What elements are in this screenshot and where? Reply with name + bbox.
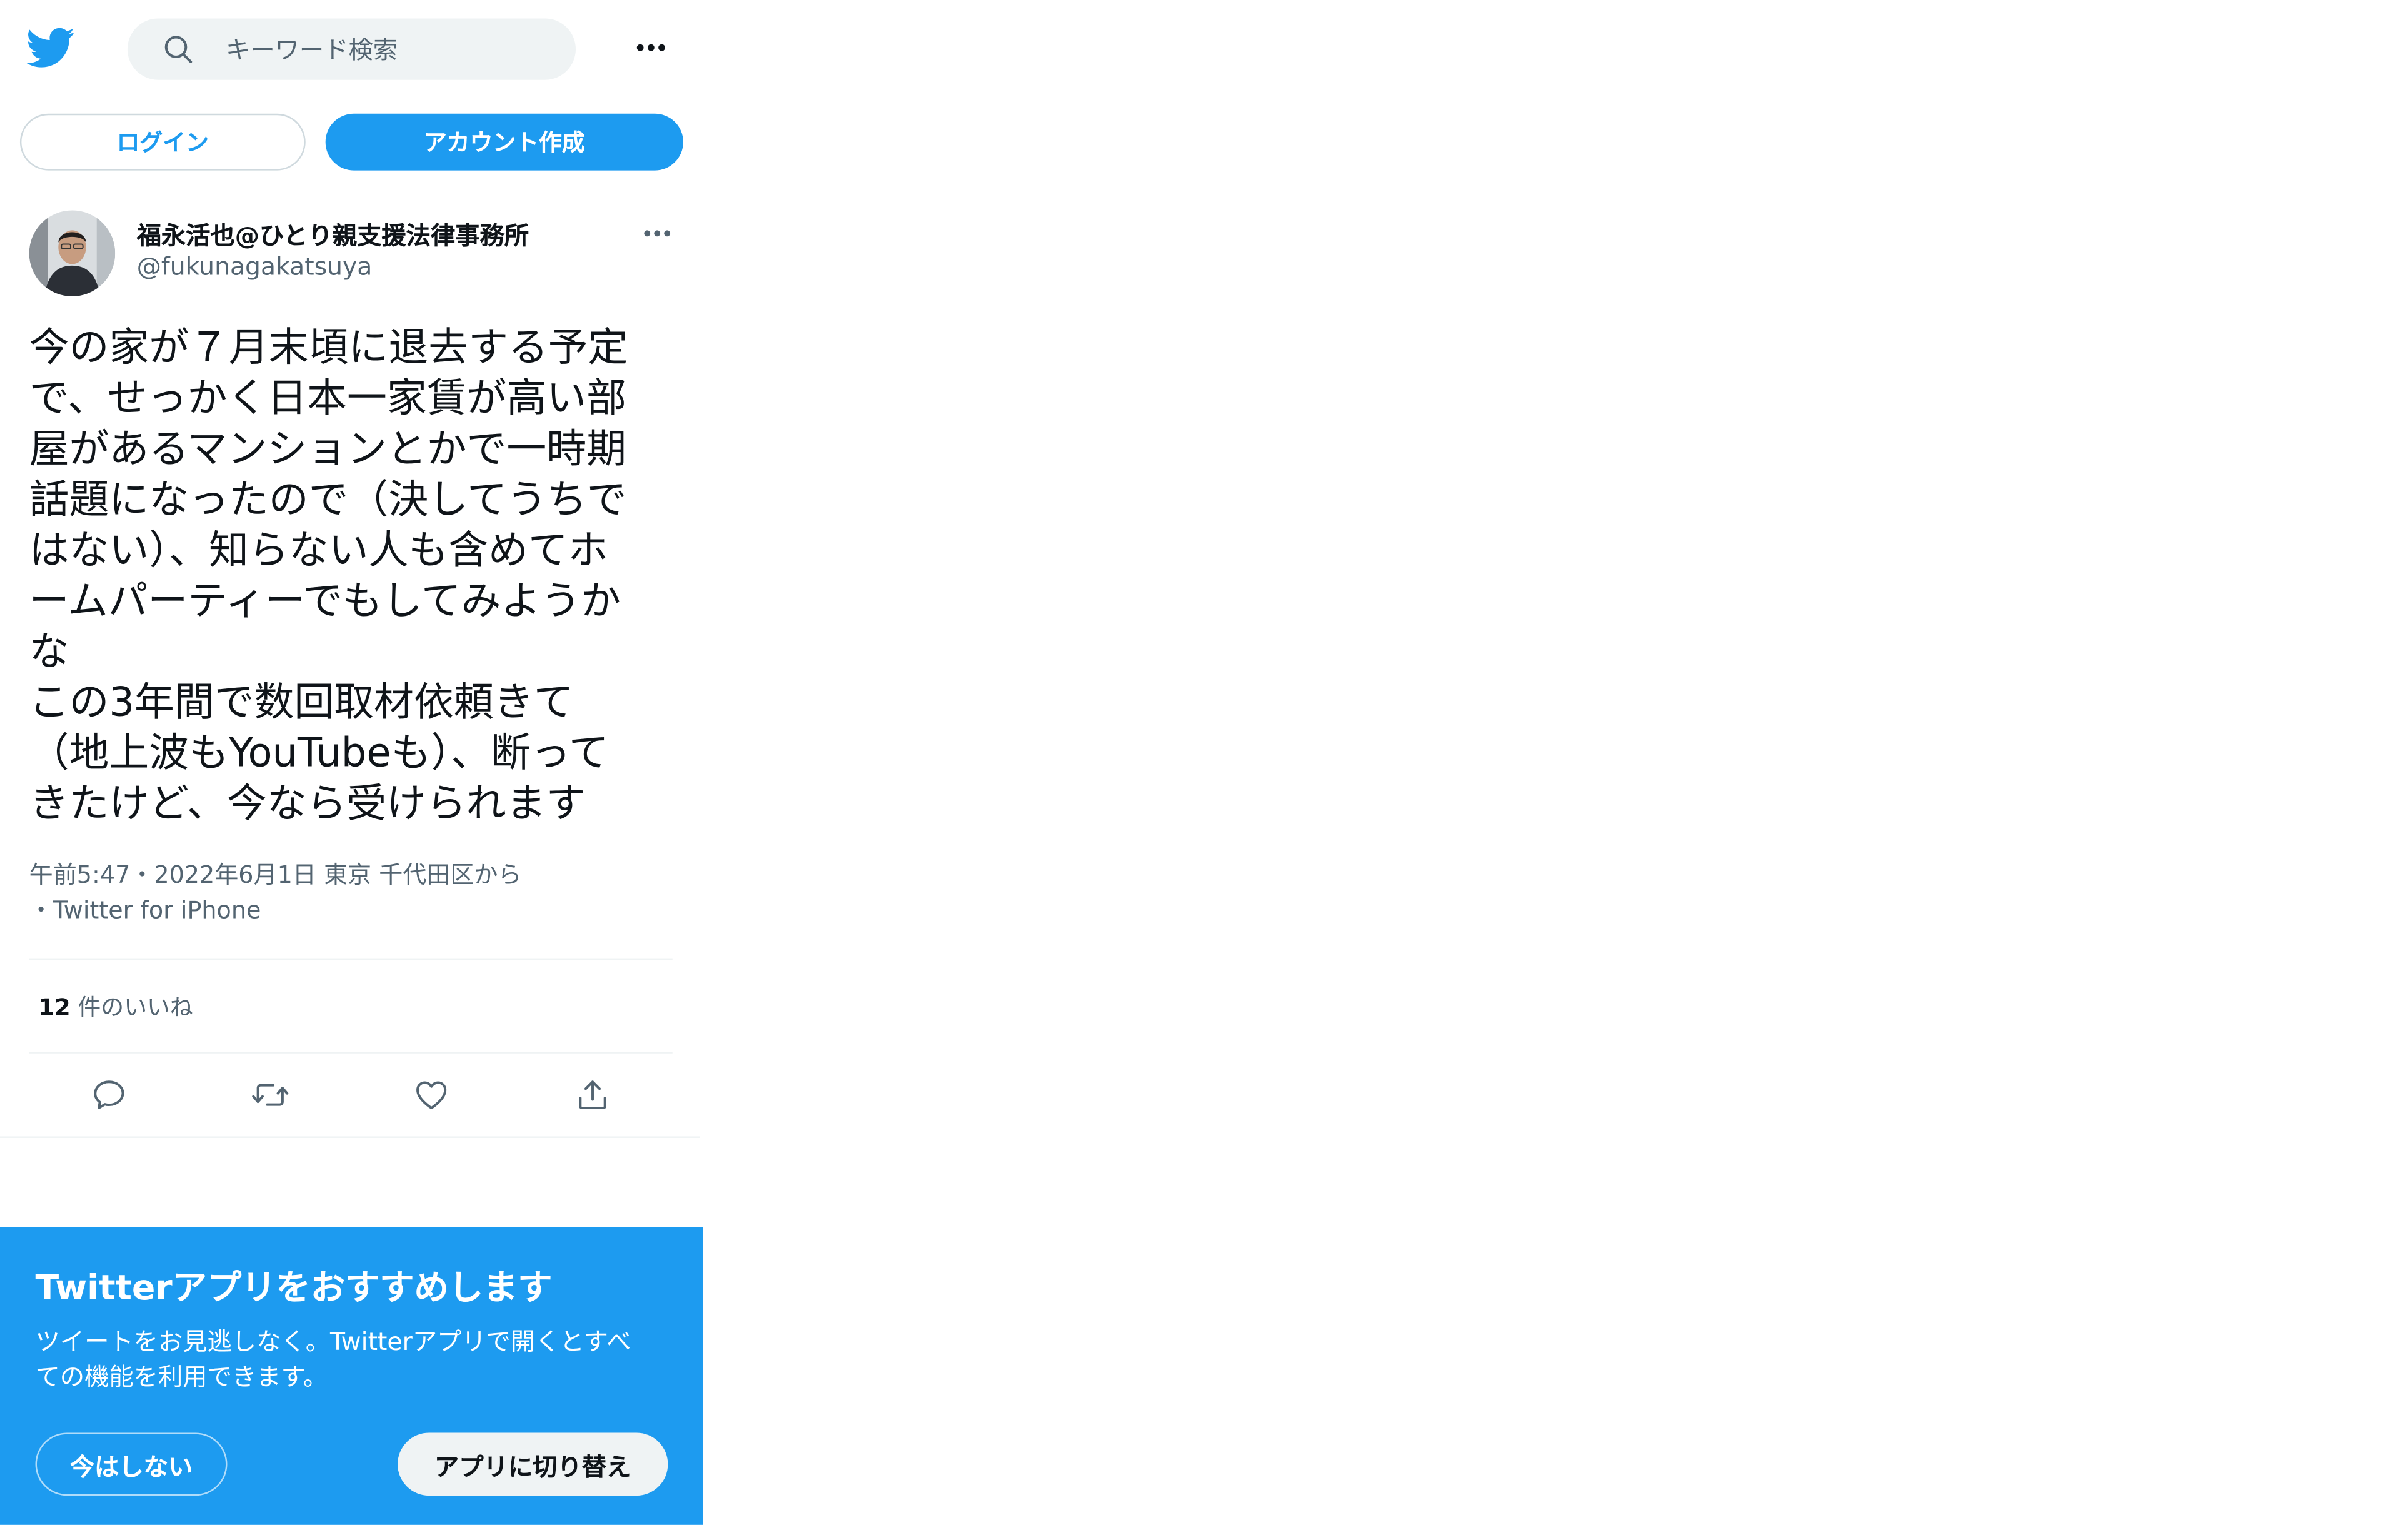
- header-more-button[interactable]: [630, 26, 673, 69]
- tweet-more-button[interactable]: [636, 212, 679, 255]
- signup-button[interactable]: アカウント作成: [325, 113, 683, 171]
- author-handle[interactable]: @fukunagakatsuya: [137, 252, 373, 281]
- reply-button[interactable]: [86, 1072, 133, 1118]
- tweet-text-line: な: [29, 629, 69, 676]
- tweet-text-line: ームパーティーでもしてみようか: [29, 578, 621, 625]
- more-horizontal-icon: [644, 230, 671, 237]
- banner-title: Twitterアプリをおすすめします: [35, 1268, 553, 1309]
- divider: [29, 1052, 673, 1054]
- tweet-source: ・Twitter for iPhone: [29, 897, 261, 925]
- search-input[interactable]: [226, 26, 533, 73]
- retweet-button[interactable]: [247, 1072, 293, 1118]
- tweet-meta: 午前5:47・2022年6月1日 東京 千代田区から ・Twitter for …: [29, 858, 675, 929]
- not-now-button[interactable]: 今はしない: [35, 1432, 228, 1496]
- search-icon: [164, 36, 193, 63]
- tweet-text-line: この3年間で数回取材依頼きて: [29, 680, 574, 727]
- likes-label: 件のいいね: [78, 994, 193, 1022]
- banner-body: ツイートをお見逃しなく。Twitterアプリで開くとすべ ての機能を利用できます…: [35, 1324, 680, 1394]
- switch-to-app-button[interactable]: アプリに切り替え: [398, 1432, 668, 1496]
- tweet-text-line: 話題になったので（決してうちで: [29, 477, 627, 524]
- login-button[interactable]: ログイン: [19, 113, 306, 171]
- twitter-bird-icon[interactable]: [26, 23, 76, 73]
- tweet-timestamp[interactable]: 午前5:47・2022年6月1日 東京 千代田区から: [29, 858, 675, 893]
- tweet-text-line: 屋があるマンションとかで一時期: [29, 426, 626, 473]
- divider: [0, 1136, 700, 1138]
- divider: [29, 958, 673, 960]
- more-horizontal-icon: [636, 44, 665, 51]
- tweet-page: ログイン アカウント作成 福永活也@ひとり親支援法律事務所 @fukunagak…: [0, 0, 703, 1525]
- reply-icon: [94, 1080, 124, 1109]
- like-button[interactable]: [408, 1072, 454, 1118]
- likes-count[interactable]: 12 件のいいね: [38, 990, 193, 1023]
- avatar-photo: [29, 210, 116, 297]
- tweet-text-line: はない）、知らない人も含めてホ: [29, 528, 608, 575]
- tweet-text: 今の家が７月末頃に退去する予定 で、せっかく日本一家賃が高い部 屋があるマンショ…: [29, 324, 682, 830]
- author-name[interactable]: 福永活也@ひとり親支援法律事務所: [137, 215, 628, 252]
- tweet-text-line: （地上波もYouTubeも）、断って: [29, 731, 609, 777]
- share-icon: [579, 1080, 606, 1109]
- retweet-icon: [252, 1084, 289, 1106]
- likes-number: 12: [38, 994, 71, 1022]
- share-button[interactable]: [569, 1072, 616, 1118]
- search-bar[interactable]: [127, 18, 576, 80]
- avatar[interactable]: [29, 210, 116, 297]
- tweet-text-line: きたけど、今なら受けられます: [29, 782, 586, 828]
- banner-body-line: ツイートをお見逃しなく。Twitterアプリで開くとすべ: [35, 1326, 631, 1356]
- tweet-text-line: で、せっかく日本一家賃が高い部: [29, 376, 626, 423]
- app-promo-banner: Twitterアプリをおすすめします ツイートをお見逃しなく。Twitterアプ…: [0, 1227, 703, 1525]
- banner-body-line: ての機能を利用できます。: [35, 1362, 328, 1392]
- tweet-text-line: 今の家が７月末頃に退去する予定: [29, 325, 628, 372]
- heart-icon: [416, 1081, 447, 1109]
